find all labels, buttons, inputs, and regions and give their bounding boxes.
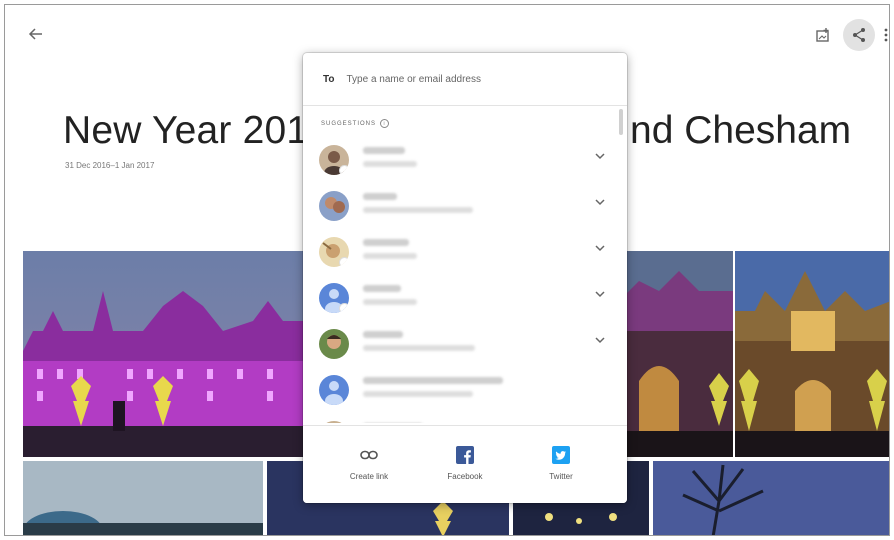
suggestions-label: SUGGESTIONS <box>321 120 377 127</box>
contact-name-blurred <box>363 239 409 246</box>
suggestions-header: SUGGESTIONS i <box>321 119 390 128</box>
photos-badge-icon <box>339 303 349 313</box>
contact-detail-blurred <box>363 299 417 305</box>
suggestions-scrollbar[interactable] <box>619 109 623 135</box>
avatar <box>319 283 349 313</box>
photos-badge-icon <box>339 165 349 175</box>
chevron-down-icon[interactable] <box>593 333 607 347</box>
photo-dusk-trees[interactable] <box>23 461 263 535</box>
contact-name-blurred <box>363 331 403 338</box>
album-date: 31 Dec 2016–1 Jan 2017 <box>65 161 155 170</box>
chevron-down-icon[interactable] <box>593 195 607 209</box>
add-to-album-icon[interactable] <box>811 23 835 47</box>
photo-manor-entrance[interactable] <box>619 251 733 457</box>
photos-album-page: New Year 201 nd Chesham 31 Dec 2016–1 Ja… <box>4 4 890 536</box>
suggestions-list <box>303 137 627 423</box>
album-title-continued: nd Chesham <box>630 109 852 152</box>
share-icon <box>853 28 865 42</box>
chevron-down-icon[interactable] <box>593 241 607 255</box>
chevron-down-icon[interactable] <box>593 149 607 163</box>
facebook-label: Facebook <box>447 472 483 481</box>
share-button[interactable] <box>843 19 875 51</box>
photo-bare-tree[interactable] <box>653 461 889 535</box>
photo-manor-golden[interactable] <box>735 251 889 457</box>
avatar <box>319 191 349 221</box>
contact-name-blurred <box>363 147 405 154</box>
recipient-row: To <box>303 53 627 106</box>
twitter-icon <box>552 446 570 464</box>
album-title: New Year 201 <box>63 109 309 152</box>
suggestion-item[interactable] <box>303 321 627 365</box>
suggestion-item[interactable] <box>303 367 627 411</box>
to-label: To <box>323 73 335 85</box>
contact-name-blurred <box>363 193 397 200</box>
avatar <box>319 237 349 267</box>
avatar <box>319 421 349 423</box>
create-link-button[interactable]: Create link <box>329 444 409 481</box>
info-icon[interactable]: i <box>380 119 390 128</box>
twitter-share-button[interactable]: Twitter <box>521 444 601 481</box>
contact-detail-blurred <box>363 253 417 259</box>
contact-detail-blurred <box>363 345 475 351</box>
suggestion-item[interactable] <box>303 183 627 227</box>
recipient-input[interactable] <box>344 72 599 86</box>
suggestion-item[interactable] <box>303 229 627 273</box>
avatar <box>319 145 349 175</box>
photo-waddesdon-manor-purple[interactable] <box>23 251 305 457</box>
suggestion-item[interactable] <box>303 137 627 181</box>
share-dialog: To SUGGESTIONS i <box>303 53 627 503</box>
contact-detail-blurred <box>363 207 473 213</box>
contact-name-blurred <box>363 285 401 292</box>
twitter-label: Twitter <box>549 472 573 481</box>
more-options-icon[interactable] <box>881 23 889 47</box>
contact-detail-blurred <box>363 391 473 397</box>
facebook-icon <box>456 446 474 464</box>
avatar <box>319 375 349 405</box>
chevron-down-icon[interactable] <box>593 287 607 301</box>
contact-name-blurred <box>363 377 503 384</box>
suggestion-item[interactable] <box>303 413 627 423</box>
suggestion-item[interactable] <box>303 275 627 319</box>
link-icon <box>360 450 378 460</box>
create-link-label: Create link <box>349 472 389 481</box>
contact-detail-blurred <box>363 161 417 167</box>
photos-badge-icon <box>339 257 349 267</box>
share-actions-bar: Create link Facebook Twitter <box>303 425 627 503</box>
back-arrow-icon[interactable] <box>25 23 47 45</box>
avatar <box>319 329 349 359</box>
facebook-share-button[interactable]: Facebook <box>425 444 505 481</box>
